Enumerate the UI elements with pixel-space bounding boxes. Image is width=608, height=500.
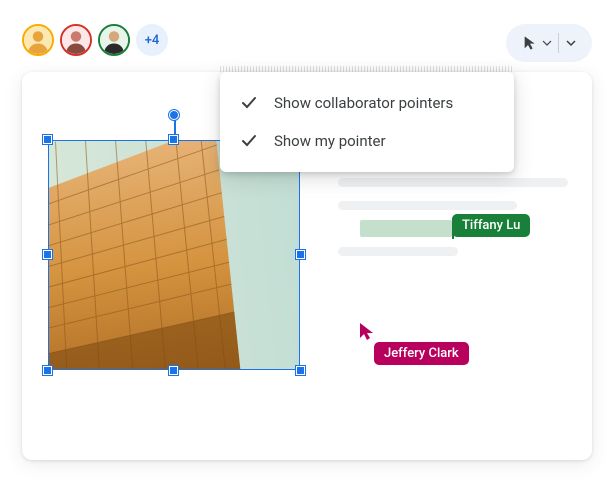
menu-item-show-my-pointer[interactable]: Show my pointer: [220, 122, 514, 160]
collaborator-label-tiffany: Tiffany Lu: [452, 214, 530, 237]
collaborator-pointer-icon: [358, 322, 376, 342]
resize-handle-top-mid[interactable]: [169, 135, 178, 144]
chevron-down-icon: [565, 37, 577, 49]
resize-handle-mid-left[interactable]: [43, 250, 52, 259]
overflow-count: +4: [145, 33, 160, 48]
menu-item-show-collaborator-pointers[interactable]: Show collaborator pointers: [220, 84, 514, 122]
avatar[interactable]: [22, 24, 54, 56]
collaborator-name: Tiffany Lu: [462, 218, 520, 233]
divider: [558, 33, 559, 53]
text-line: [338, 178, 568, 187]
menu-item-label: Show my pointer: [274, 132, 386, 150]
checkmark-icon: [240, 132, 258, 150]
resize-handle-top-left[interactable]: [43, 135, 52, 144]
selection-box: [48, 140, 300, 370]
pointer-icon: [522, 35, 538, 51]
collaborator-overflow-badge[interactable]: +4: [136, 24, 168, 56]
resize-handle-bottom-left[interactable]: [43, 366, 52, 375]
text-line: [338, 201, 517, 210]
collaborator-label-jeffery: Jeffery Clark: [374, 342, 469, 365]
rotation-handle[interactable]: [169, 110, 179, 120]
checkmark-icon: [240, 94, 258, 112]
pointer-dropdown-menu: Show collaborator pointers Show my point…: [220, 72, 514, 172]
collaborator-name: Jeffery Clark: [384, 346, 459, 361]
dropdown-caret-icon: [542, 38, 552, 48]
avatar[interactable]: [60, 24, 92, 56]
text-line: [338, 247, 458, 256]
resize-handle-bottom-mid[interactable]: [169, 366, 178, 375]
resize-handle-mid-right[interactable]: [296, 250, 305, 259]
menu-item-label: Show collaborator pointers: [274, 94, 453, 112]
resize-handle-bottom-right[interactable]: [296, 366, 305, 375]
collaborator-bar: +4: [22, 24, 168, 56]
selected-image[interactable]: [48, 140, 300, 370]
avatar[interactable]: [98, 24, 130, 56]
collaborator-selection-highlight: [360, 220, 452, 237]
pointer-mode-button[interactable]: [506, 24, 592, 62]
